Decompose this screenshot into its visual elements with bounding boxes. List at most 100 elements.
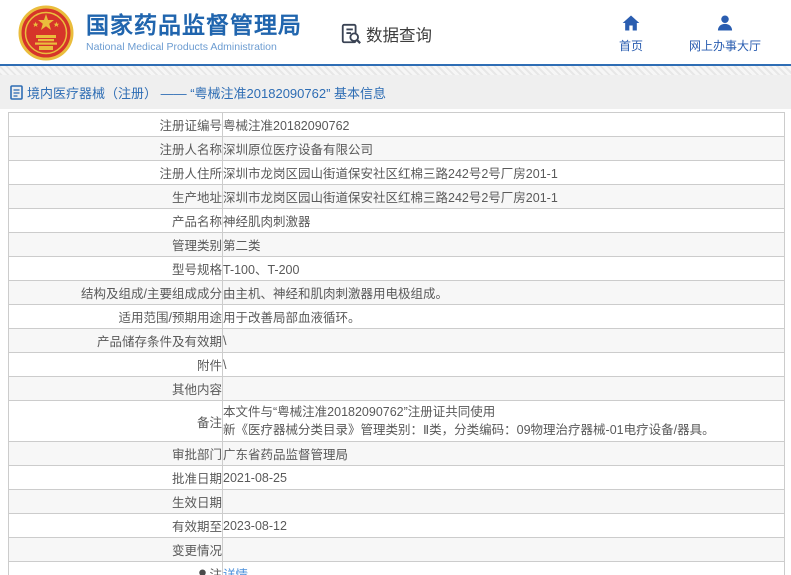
- row-label-text: 注: [209, 568, 222, 575]
- row-value: \: [222, 328, 785, 353]
- row-label-text: 其他内容: [171, 383, 222, 397]
- row-label-text: 结构及组成/主要组成成分: [81, 287, 222, 301]
- row-label: 注册证编号: [8, 112, 223, 137]
- row-value-text: 2023-08-12: [223, 518, 287, 533]
- row-label: 备注: [8, 400, 223, 442]
- row-value-text: 第二类: [223, 239, 261, 253]
- row-value: 2021-08-25: [222, 465, 785, 490]
- table-row: 有效期至 2023-08-12: [8, 513, 785, 538]
- row-label-text: 产品储存条件及有效期: [96, 335, 222, 349]
- tip-icon: [199, 569, 207, 575]
- table-row: 批准日期 2021-08-25: [8, 465, 785, 490]
- row-label-text: 批准日期: [171, 472, 222, 486]
- row-label: 注册人住所: [8, 160, 223, 185]
- row-label-text: 注册证编号: [159, 119, 222, 133]
- info-table-body: 注册证编号 粤械注准20182090762 注册人名称 深圳原位医疗设备有限公司 注册人…: [8, 112, 785, 575]
- row-label-text: 有效期至: [171, 520, 222, 534]
- row-value: 广东省药品监督管理局: [222, 441, 785, 466]
- row-label: 审批部门: [8, 441, 223, 466]
- row-label: 批准日期: [8, 465, 223, 490]
- row-label: 适用范围/预期用途: [8, 304, 223, 329]
- row-value: 深圳市龙岗区园山街道保安社区红棉三路242号2号厂房201-1: [222, 160, 785, 185]
- nav-item-service-hall[interactable]: 网上办事大厅: [689, 13, 761, 54]
- row-value: [222, 376, 785, 401]
- user-icon: [717, 15, 733, 30]
- data-query-label: 数据查询: [366, 27, 432, 45]
- data-query-section: 数据查询: [340, 22, 432, 46]
- row-label-text: 产品名称: [171, 215, 222, 229]
- row-label: 注: [8, 561, 223, 575]
- national-emblem-logo: [18, 5, 74, 61]
- row-label: 产品储存条件及有效期: [8, 328, 223, 353]
- table-row: 产品储存条件及有效期 \: [8, 328, 785, 353]
- row-label-text: 备注: [196, 415, 222, 430]
- table-row: 型号规格 T-100、T-200: [8, 256, 785, 281]
- row-label-text: 注册人住所: [159, 167, 222, 181]
- row-value: 第二类: [222, 232, 785, 257]
- row-label: 注册人名称: [8, 136, 223, 161]
- nav-item-label: 首页: [618, 38, 643, 53]
- row-label: 生产地址: [8, 184, 223, 209]
- row-value-text: 神经肌肉刺激器: [223, 215, 311, 229]
- org-name-cn: 国家药品监督管理局: [86, 11, 302, 38]
- row-label: 附件: [8, 352, 223, 377]
- row-value-text: 深圳市龙岗区园山街道保安社区红棉三路242号2号厂房201-1: [223, 191, 558, 205]
- document-icon: [10, 84, 23, 100]
- table-row: 附件 \: [8, 352, 785, 377]
- row-label-text: 变更情况: [171, 544, 222, 558]
- table-row: 产品名称 神经肌肉刺激器: [8, 208, 785, 233]
- table-row: 生产地址 深圳市龙岗区园山街道保安社区红棉三路242号2号厂房201-1: [8, 184, 785, 209]
- breadcrumb: 境内医疗器械（注册） —— “粤械注准20182090762” 基本信息: [0, 75, 791, 109]
- home-icon: [622, 15, 640, 30]
- table-row: 适用范围/预期用途 用于改善局部血液循环。: [8, 304, 785, 329]
- row-value: 2023-08-12: [222, 513, 785, 538]
- row-value-text: \: [223, 357, 227, 372]
- header: 国家药品监督管理局 National Medical Products Admi…: [0, 0, 791, 64]
- table-row: 备注 本文件与“粤械注准20182090762”注册证共同使用 新《医疗器械分类目录…: [8, 400, 785, 442]
- table-row: 注册人住所 深圳市龙岗区园山街道保安社区红棉三路242号2号厂房201-1: [8, 160, 785, 185]
- row-value-text: 深圳市龙岗区园山街道保安社区红棉三路242号2号厂房201-1: [223, 167, 558, 181]
- row-value: 深圳市龙岗区园山街道保安社区红棉三路242号2号厂房201-1: [222, 184, 785, 209]
- row-value: \: [222, 352, 785, 377]
- row-value: 粤械注准20182090762: [222, 112, 785, 137]
- table-row: 管理类别 第二类: [8, 232, 785, 257]
- row-label-text: 型号规格: [171, 263, 222, 277]
- row-label-text: 附件: [196, 359, 222, 373]
- row-value: 神经肌肉刺激器: [222, 208, 785, 233]
- org-name-en: National Medical Products Administration: [86, 40, 277, 53]
- row-value-text: 由主机、神经和肌肉刺激器用电极组成。: [223, 287, 449, 301]
- nav-item-home[interactable]: 首页: [619, 13, 643, 54]
- row-label-text: 管理类别: [171, 239, 222, 253]
- row-value: 深圳原位医疗设备有限公司: [222, 136, 785, 161]
- row-label-text: 注册人名称: [159, 143, 222, 157]
- row-value-text: 用于改善局部血液循环。: [223, 311, 361, 325]
- data-query-icon: [341, 23, 361, 44]
- row-label-text: 适用范围/预期用途: [118, 311, 222, 325]
- row-label-text: 生效日期: [171, 496, 222, 510]
- breadcrumb-text: 境内医疗器械（注册） —— “粤械注准20182090762” 基本信息: [27, 85, 387, 101]
- registration-info-table: 注册证编号 粤械注准20182090762 注册人名称 深圳原位医疗设备有限公司 注册人…: [8, 112, 785, 575]
- row-value: 由主机、神经和肌肉刺激器用电极组成。: [222, 280, 785, 305]
- row-label: 型号规格: [8, 256, 223, 281]
- row-label: 生效日期: [8, 489, 223, 514]
- row-label-text: 审批部门: [171, 448, 222, 462]
- detail-link[interactable]: 详情: [223, 568, 248, 575]
- row-label-text: 生产地址: [171, 191, 222, 205]
- row-value: [222, 537, 785, 562]
- row-value: [222, 489, 785, 514]
- row-value-text: 深圳原位医疗设备有限公司: [223, 143, 374, 157]
- brand-block: 国家药品监督管理局 National Medical Products Admi…: [86, 12, 302, 53]
- table-row: 生效日期: [8, 489, 785, 514]
- row-value-text: \: [223, 333, 227, 348]
- row-value-text: 粤械注准20182090762: [223, 119, 350, 133]
- table-row: 注册证编号 粤械注准20182090762: [8, 112, 785, 137]
- row-value: 用于改善局部血液循环。: [222, 304, 785, 329]
- table-row: 结构及组成/主要组成成分 由主机、神经和肌肉刺激器用电极组成。: [8, 280, 785, 305]
- row-value-line: 新《医疗器械分类目录》管理类别：Ⅱ类，分类编码：09物理治疗器械-01电疗设备/…: [223, 423, 715, 437]
- hatch-band: [0, 66, 791, 75]
- registration-info-table-wrap: 注册证编号 粤械注准20182090762 注册人名称 深圳原位医疗设备有限公司 注册人…: [0, 109, 791, 575]
- row-label: 变更情况: [8, 537, 223, 562]
- row-value: T-100、T-200: [222, 256, 785, 281]
- row-value-text: 广东省药品监督管理局: [223, 448, 349, 462]
- header-nav: 首页 网上办事大厅: [619, 13, 777, 54]
